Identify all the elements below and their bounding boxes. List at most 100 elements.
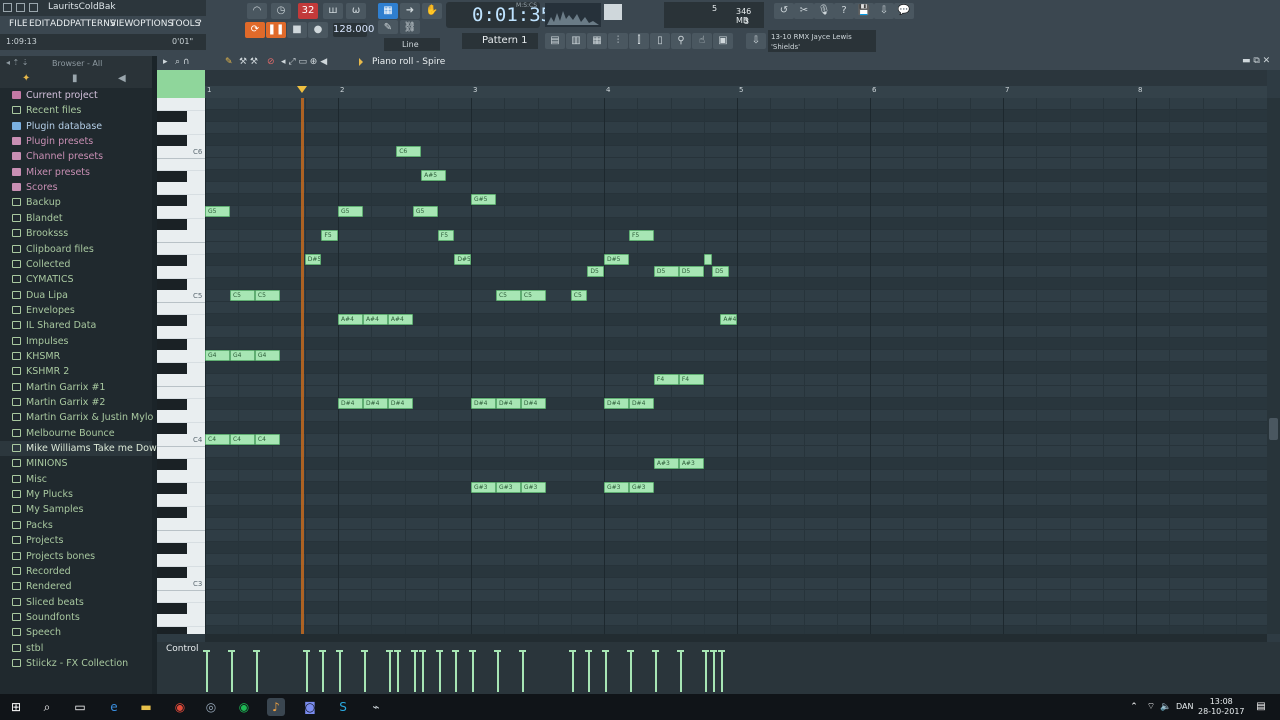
velocity-bar[interactable] [455,652,458,692]
velocity-handle[interactable] [394,650,402,652]
note[interactable]: D#4 [387,398,413,409]
windows-start-icon[interactable]: ⊞ [7,698,25,716]
language-indicator[interactable]: DAN [1176,702,1193,711]
browser-item[interactable]: Rendered [0,579,152,594]
velocity-handle[interactable] [319,650,327,652]
note[interactable]: G5 [412,206,438,217]
note[interactable]: C4 [254,434,280,445]
event-control-lane[interactable]: Control [157,642,1280,694]
velocity-handle[interactable] [651,650,659,652]
browser-item[interactable]: IL Shared Data [0,318,152,333]
note[interactable]: F5 [321,230,338,241]
note[interactable]: C5 [254,290,280,301]
velocity-bar[interactable] [305,652,308,692]
paint-tool-icon[interactable]: ⚒ ⚒ [239,57,258,67]
help-icon[interactable]: ? [834,3,854,19]
velocity-lane[interactable] [203,642,1267,694]
browser-item[interactable]: Martin Garrix #2 [0,395,152,410]
velocity-bar[interactable] [413,652,416,692]
save-icon[interactable]: 💾 [854,3,874,19]
browser-item[interactable]: Channel presets [0,149,152,164]
note[interactable]: F5 [437,230,455,241]
star-icon[interactable]: ✦ [22,73,30,84]
velocity-handle[interactable] [602,650,609,652]
delete-tool-icon[interactable]: ⊘ [267,57,275,67]
black-key[interactable] [157,219,187,230]
velocity-bar[interactable] [206,652,208,692]
window-controls-icon[interactable]: ▬ ⧉ ✕ [1242,56,1270,66]
magnet-icon[interactable]: ⌕ ∩ [175,57,190,67]
clock[interactable]: 13:08 28-10-2017 [1198,697,1245,717]
undo-icon[interactable]: ↺ [774,3,794,19]
window-menu-icon[interactable] [3,3,12,12]
menu-edit[interactable]: EDIT [29,19,50,29]
browser-item[interactable]: Brooksss [0,226,152,241]
note-grid[interactable]: C6 A#5 G#5 G5 G5 G5 F5 F5 F5 D#5 D#5 D#5 D5 D5 D5 D5 C5 C… [205,98,1267,634]
file-icon[interactable]: ▮ [72,73,78,84]
velocity-handle[interactable] [710,650,718,652]
velocity-handle[interactable] [336,650,343,652]
browser-icon[interactable]: ▯ [650,33,670,49]
mic-icon[interactable]: 🎙 [814,3,834,19]
velocity-bar[interactable] [438,652,441,692]
wait-icon[interactable]: ◷ [271,3,291,19]
piano-keyboard[interactable]: C6 C5 C4 C3 [157,98,205,634]
news-panel[interactable]: 13-10 RMX Jayce Lewis 'Shields' [768,30,876,52]
velocity-bar[interactable] [496,652,499,692]
browser-item[interactable]: Recorded [0,564,152,579]
black-key[interactable] [157,135,187,146]
note[interactable]: C5 [495,290,521,301]
browser-item[interactable]: Melbourne Bounce [0,426,152,441]
pen-icon[interactable]: ✎ [378,20,398,34]
vertical-scroll-thumb[interactable] [1269,418,1278,440]
browser-item[interactable]: stbl [0,641,152,656]
task-view-icon[interactable]: ▭ [71,698,89,716]
browser-item[interactable]: Plugin database [0,119,152,134]
note[interactable]: D#4 [628,398,654,409]
black-key[interactable] [157,339,187,350]
browser-item[interactable]: CYMATICS [0,272,152,287]
zoom-corner[interactable] [157,70,205,98]
black-key[interactable] [157,567,187,578]
note[interactable]: A#3 [653,458,679,469]
velocity-handle[interactable] [568,650,576,652]
steam-icon[interactable]: ◎ [202,698,220,716]
note[interactable]: C5 [229,290,255,301]
black-key[interactable] [157,279,187,290]
browser-item[interactable]: Impulses [0,334,152,349]
velocity-handle[interactable] [469,650,476,652]
master-volume-icon[interactable] [604,4,622,20]
piano-roll-play-icon[interactable] [359,58,367,66]
velocity-bar[interactable] [721,652,724,692]
browser-item[interactable]: Recent files [0,103,152,118]
note[interactable]: D5 [587,266,604,277]
note[interactable]: D#4 [471,398,496,409]
note[interactable]: D#4 [338,398,363,409]
control-label[interactable]: Control [166,644,199,654]
note[interactable]: F4 [678,374,704,385]
note[interactable]: G#5 [471,194,496,205]
browser-item[interactable]: Scores [0,180,152,195]
velocity-handle[interactable] [435,650,443,652]
note[interactable]: G4 [205,350,230,361]
note[interactable]: D5 [712,266,729,277]
minimize-icon[interactable] [16,3,25,12]
browser-item[interactable]: Martin Garrix #1 [0,380,152,395]
chat-icon[interactable]: 💬 [894,3,914,19]
pattern-selector[interactable]: Pattern 1 [462,33,538,49]
note[interactable]: G#3 [495,482,521,493]
menu-patterns[interactable]: PATTERNS [70,19,116,29]
note[interactable]: A#5 [421,170,447,181]
black-key[interactable] [157,627,187,634]
song-mode-icon[interactable]: ⟳ [245,22,265,38]
note[interactable]: G#3 [471,482,496,493]
note[interactable] [703,254,713,265]
browser-item[interactable]: Sliced beats [0,595,152,610]
velocity-bar[interactable] [654,652,657,692]
browser-item[interactable]: Dua Lipa [0,288,152,303]
note[interactable]: A#4 [387,314,413,325]
note[interactable]: C5 [570,290,588,301]
black-key[interactable] [157,423,187,434]
chrome-icon[interactable]: ◉ [171,698,189,716]
browser-item[interactable]: Speech [0,625,152,640]
